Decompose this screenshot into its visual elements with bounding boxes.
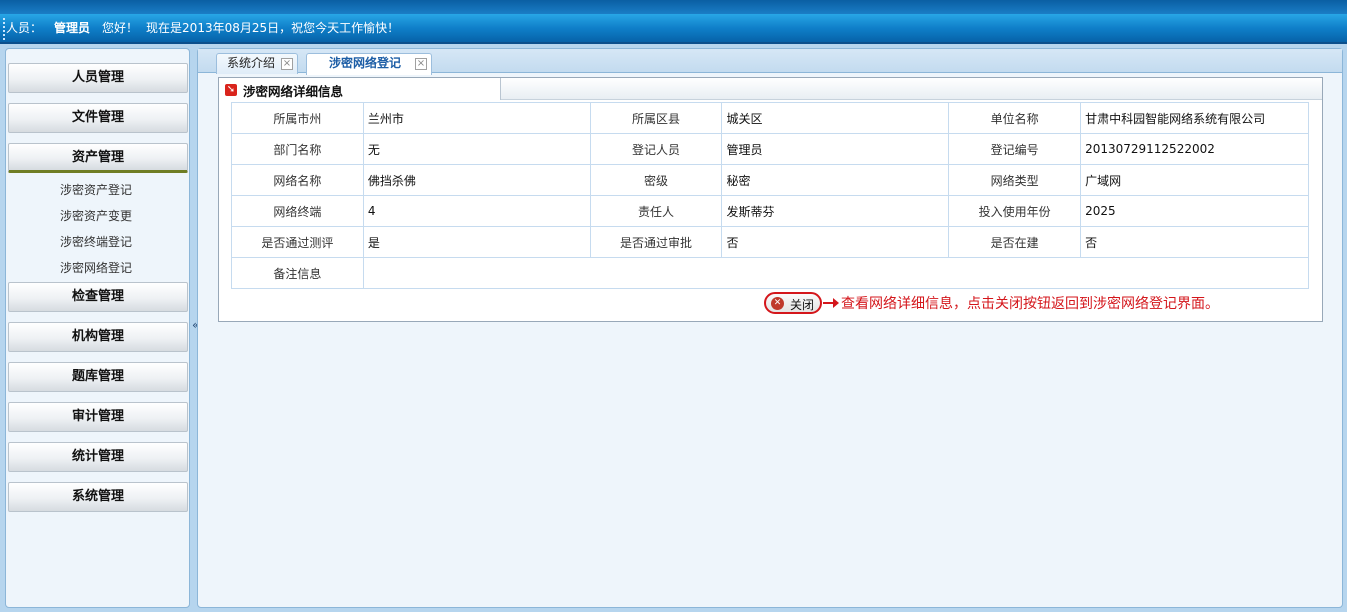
label-department: 部门名称	[231, 133, 364, 165]
menu-organization[interactable]: 机构管理	[8, 322, 188, 352]
value-year: 2025	[1080, 195, 1309, 227]
label-unit: 单位名称	[948, 102, 1082, 134]
label-remarks: 备注信息	[231, 257, 364, 289]
value-reg-number: 20130729112522002	[1080, 133, 1309, 165]
label-year: 投入使用年份	[948, 195, 1082, 227]
menu-files[interactable]: 文件管理	[8, 103, 188, 133]
top-banner	[0, 0, 1347, 14]
menu-audit[interactable]: 审计管理	[8, 402, 188, 432]
value-approved: 否	[721, 226, 950, 258]
detail-table: 所属市州 兰州市 所属区县 城关区 单位名称 甘肃中科园智能网络系统有限公司 部…	[231, 102, 1310, 289]
value-network-name: 佛挡杀佛	[362, 164, 591, 196]
value-network-type: 广域网	[1080, 164, 1309, 196]
submenu-network-register[interactable]: 涉密网络登记	[6, 255, 186, 281]
label-reg-number: 登记编号	[948, 133, 1082, 165]
close-button-label: 关闭	[790, 298, 815, 312]
label-under-construction: 是否在建	[948, 226, 1082, 258]
label-district: 所属区县	[589, 102, 723, 134]
dotted-divider	[3, 18, 5, 40]
label-classification: 密级	[589, 164, 723, 196]
table-row: 是否通过测评 是 是否通过审批 否 是否在建 否	[231, 226, 1309, 258]
value-evaluated: 是	[362, 226, 591, 258]
value-unit: 甘肃中科园智能网络系统有限公司	[1080, 102, 1309, 134]
label-network-name: 网络名称	[231, 164, 364, 196]
tab-system-intro[interactable]: 系统介绍 ×	[216, 53, 298, 74]
close-tab-icon[interactable]: ×	[281, 58, 293, 70]
close-button[interactable]: ✕ 关闭	[764, 292, 822, 314]
label-approved: 是否通过审批	[589, 226, 723, 258]
greeting: 您好！	[102, 21, 139, 35]
value-terminals: 4	[362, 195, 591, 227]
table-row: 网络名称 佛挡杀佛 密级 秘密 网络类型 广域网	[231, 164, 1309, 196]
table-row: 备注信息	[231, 257, 1310, 289]
label-evaluated: 是否通过测评	[231, 226, 364, 258]
user-info-bar: 人员： 管理员 您好！ 现在是2013年08月25日，祝您今天工作愉快！	[0, 14, 1347, 44]
menu-inspection[interactable]: 检查管理	[8, 282, 188, 312]
value-remarks	[362, 257, 1310, 289]
label-city: 所属市州	[231, 102, 364, 134]
label-responsible: 责任人	[589, 195, 723, 227]
tab-network-register[interactable]: 涉密网络登记 ×	[306, 53, 432, 75]
menu-personnel[interactable]: 人员管理	[8, 63, 188, 93]
value-district: 城关区	[721, 102, 950, 134]
tab-label: 涉密网络登记	[329, 56, 402, 70]
arrow-icon: ➘	[225, 84, 237, 96]
close-tab-icon[interactable]: ×	[415, 58, 427, 70]
annotation-hint: 查看网络详细信息，点击关闭按钮返回到涉密网络登记界面。	[841, 296, 1219, 312]
panel-title: 涉密网络详细信息	[243, 84, 344, 99]
table-row: 网络终端 4 责任人 发斯蒂芬 投入使用年份 2025	[231, 195, 1309, 227]
tab-bar: 系统介绍 × 涉密网络登记 ×	[198, 49, 1342, 75]
label-network-type: 网络类型	[948, 164, 1082, 196]
value-department: 无	[362, 133, 591, 165]
panel-title-box: ➘ 涉密网络详细信息	[219, 78, 501, 100]
user-label: 人员：	[6, 21, 43, 35]
annotation-arrow-icon	[823, 298, 839, 308]
table-row: 所属市州 兰州市 所属区县 城关区 单位名称 甘肃中科园智能网络系统有限公司	[231, 102, 1309, 134]
detail-panel: ➘ 涉密网络详细信息 所属市州 兰州市 所属区县 城关区 单位名称 甘肃中科园智…	[218, 77, 1323, 322]
menu-statistics[interactable]: 统计管理	[8, 442, 188, 472]
tab-label: 系统介绍	[227, 56, 276, 70]
close-circle-icon: ✕	[771, 297, 784, 310]
submenu-asset-register[interactable]: 涉密资产登记	[6, 177, 186, 203]
value-city: 兰州市	[362, 102, 591, 134]
menu-system[interactable]: 系统管理	[8, 482, 188, 512]
value-classification: 秘密	[721, 164, 950, 196]
sidebar: 人员管理 文件管理 资产管理 涉密资产登记 涉密资产变更 涉密终端登记 涉密网络…	[5, 48, 190, 608]
user-name: 管理员	[54, 21, 91, 35]
submenu-terminal-register[interactable]: 涉密终端登记	[6, 229, 186, 255]
label-registrar: 登记人员	[589, 133, 723, 165]
menu-assets[interactable]: 资产管理	[8, 143, 188, 173]
value-registrar: 管理员	[721, 133, 950, 165]
date-text: 现在是2013年08月25日，祝您今天工作愉快！	[146, 21, 400, 35]
menu-question-bank[interactable]: 题库管理	[8, 362, 188, 392]
submenu-asset-change[interactable]: 涉密资产变更	[6, 203, 186, 229]
value-responsible: 发斯蒂芬	[721, 195, 950, 227]
value-under-construction: 否	[1080, 226, 1309, 258]
label-terminals: 网络终端	[231, 195, 364, 227]
content-area: 系统介绍 × 涉密网络登记 × ➘ 涉密网络详细信息 所属市州 兰州市 所属区县	[197, 48, 1343, 608]
panel-header: ➘ 涉密网络详细信息	[219, 78, 1322, 100]
table-row: 部门名称 无 登记人员 管理员 登记编号 20130729112522002	[231, 133, 1309, 165]
